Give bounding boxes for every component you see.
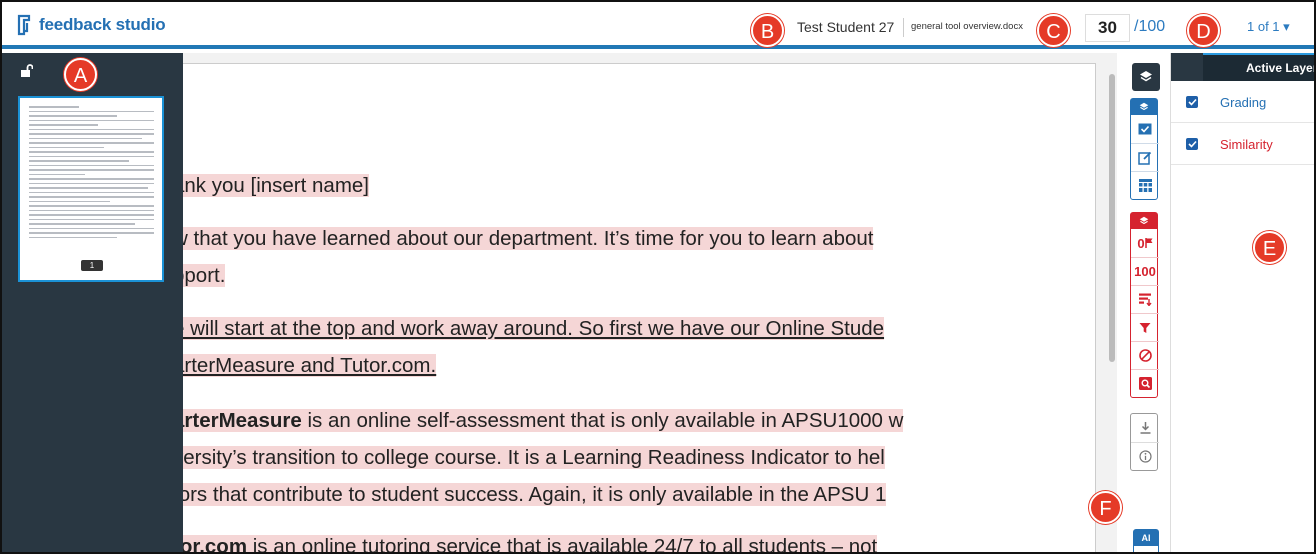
match-list-icon (1138, 293, 1152, 306)
marker-b: B (751, 14, 784, 47)
feedback-studio-logo-icon (17, 14, 31, 36)
flags-button[interactable]: 0 (1131, 229, 1159, 257)
grade-input[interactable]: 30 (1085, 14, 1130, 42)
logo-text: feedback studio (39, 15, 166, 34)
layers-button[interactable] (1132, 63, 1160, 91)
feedback-summary-button[interactable] (1131, 143, 1159, 171)
similarity-layers-icon (1139, 216, 1149, 225)
thumbnail-text-lines (29, 106, 154, 241)
thumbnail-panel: 1 (2, 53, 183, 552)
grade-total: /100 (1134, 18, 1166, 35)
document-line: e will start at the top and work away ar… (183, 317, 885, 341)
utility-tools-group (1130, 413, 1159, 471)
document-line: ank you [insert name] (183, 174, 369, 198)
rubric-button[interactable] (1131, 171, 1159, 199)
quickmarks-button[interactable] (1131, 115, 1159, 143)
grading-layers-icon (1139, 102, 1149, 111)
marker-e: E (1253, 231, 1286, 264)
student-name[interactable]: Test Student 27 (797, 19, 894, 35)
header-divider (903, 18, 904, 37)
feedback-studio-window: feedback studio Test Student 27 general … (0, 0, 1316, 554)
grid-icon (1138, 179, 1152, 192)
document-line: tors that contribute to student success.… (183, 483, 887, 507)
prohibited-icon (1138, 349, 1152, 362)
page-thumbnail[interactable]: 1 (18, 96, 164, 282)
filter-icon (1139, 322, 1151, 333)
layer-row-grading[interactable]: Grading (1171, 82, 1314, 123)
layer-label: Similarity (1220, 136, 1273, 152)
info-button[interactable] (1131, 442, 1159, 470)
similarity-checkbox[interactable] (1186, 138, 1198, 150)
check-icon (1187, 98, 1197, 106)
panel-header: Active Layers (1171, 53, 1314, 81)
document-page: ank you [insert name] w that you have le… (183, 63, 1096, 552)
download-icon (1140, 422, 1150, 434)
tool-sidebar: 0 100 AI (1128, 53, 1170, 552)
report-search-icon (1138, 377, 1152, 390)
grading-tools-group (1130, 98, 1159, 200)
document-line: arterMeasure and Tutor.com. (183, 354, 437, 378)
marker-c: C (1037, 14, 1070, 47)
edit-icon (1138, 151, 1152, 165)
document-line: arterMeasure is an online self-assessmen… (183, 409, 904, 433)
ai-percentage: 0% (1134, 546, 1158, 552)
download-button[interactable] (1131, 414, 1159, 442)
checkbox-icon (1138, 123, 1152, 135)
match-overview-button[interactable] (1131, 285, 1159, 313)
document-line: tor.com is an online tutoring service th… (183, 535, 878, 552)
thumbnail-page-number: 1 (81, 260, 103, 271)
filter-button[interactable] (1131, 313, 1159, 341)
marker-a: A (64, 58, 97, 91)
ai-label: AI (1134, 530, 1158, 546)
document-viewer: ank you [insert name] w that you have le… (183, 53, 1117, 552)
logo: feedback studio (16, 14, 166, 36)
layer-row-similarity[interactable]: Similarity (1171, 124, 1314, 165)
document-scrollbar[interactable] (1109, 74, 1115, 362)
document-name: general tool overview.docx (911, 21, 1023, 32)
marker-f: F (1089, 491, 1122, 524)
excluded-sources-button[interactable] (1131, 341, 1159, 369)
document-line: pport. (183, 264, 226, 288)
check-icon (1187, 140, 1197, 148)
unlock-icon[interactable] (20, 64, 33, 78)
active-layers-panel: Active Layers Grading Similarity (1170, 53, 1314, 552)
similarity-tools-group: 0 100 (1130, 212, 1159, 398)
layers-icon (1140, 71, 1152, 82)
marker-d: D (1187, 14, 1220, 47)
similarity-report-button[interactable] (1131, 369, 1159, 397)
similarity-score-button[interactable]: 100 (1131, 257, 1159, 285)
active-layers-tab[interactable]: Active Layers (1203, 53, 1314, 81)
layer-label: Grading (1220, 94, 1267, 110)
top-bar: feedback studio Test Student 27 general … (2, 2, 1314, 49)
document-line: versity’s transition to college course. … (183, 446, 885, 470)
ai-writing-button[interactable]: AI 0% (1133, 529, 1159, 552)
document-line: w that you have learned about our depart… (183, 227, 874, 251)
similarity-layer-header (1131, 213, 1157, 229)
flag-count: 0 (1137, 235, 1145, 251)
flag-icon (1144, 238, 1153, 248)
page-selector[interactable]: 1 of 1 ▾ (1247, 19, 1290, 35)
info-icon (1138, 450, 1152, 463)
grading-layer-header (1131, 99, 1157, 115)
grading-checkbox[interactable] (1186, 96, 1198, 108)
similarity-score: 100 (1134, 264, 1156, 279)
